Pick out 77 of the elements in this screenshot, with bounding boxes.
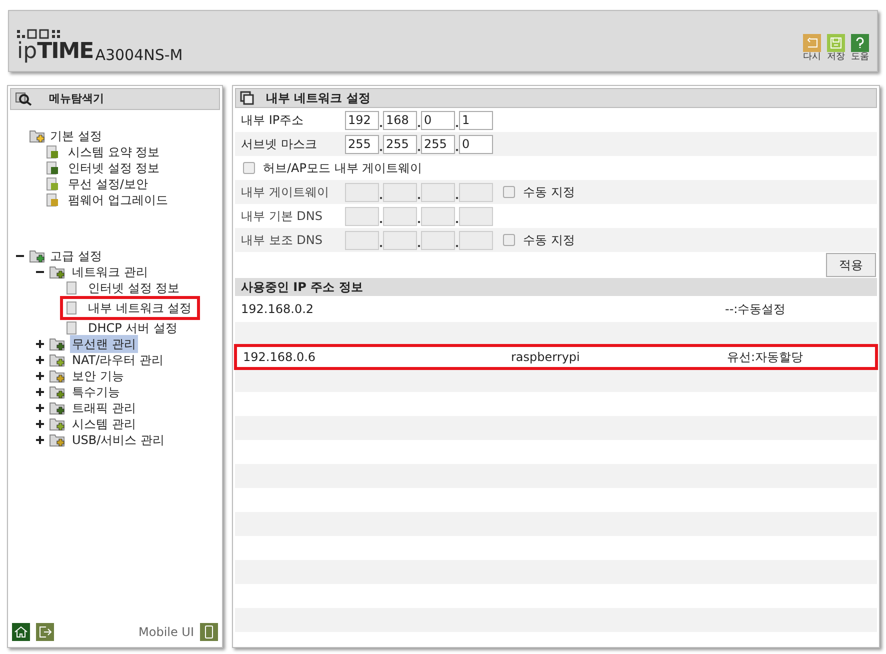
tree-item[interactable]: USB/서비스 관리 xyxy=(70,431,166,449)
panel-title: 메뉴탐색기 xyxy=(49,90,104,107)
field-label: 내부 보조 DNS xyxy=(241,232,324,249)
tree-item[interactable]: 인터넷 설정 정보 xyxy=(86,279,182,297)
checkbox-label: 수동 지정 xyxy=(523,184,575,201)
home-icon[interactable] xyxy=(12,623,30,641)
octet-field[interactable]: 255 xyxy=(383,134,417,154)
help-icon xyxy=(854,36,866,49)
field-label: 내부 IP주소 xyxy=(241,112,305,129)
octet-field[interactable]: 255 xyxy=(421,134,455,154)
tree-item[interactable]: 내부 네트워크 설정 xyxy=(86,299,194,317)
logo: ipTIME xyxy=(17,41,94,63)
expand-icon[interactable] xyxy=(36,420,44,428)
expand-icon[interactable] xyxy=(36,372,44,380)
octet-field[interactable]: 1 xyxy=(459,110,493,130)
octet-field[interactable]: 0 xyxy=(459,134,493,154)
logout-icon[interactable] xyxy=(36,623,54,641)
tree-item[interactable]: 펌웨어 업그레이드 xyxy=(66,191,170,209)
tree-item[interactable]: 트래픽 관리 xyxy=(70,399,138,417)
page-icon xyxy=(46,177,60,191)
phone-icon[interactable] xyxy=(200,623,218,641)
expand-icon[interactable] xyxy=(36,356,44,364)
tree-item[interactable]: 고급 설정 xyxy=(50,247,102,265)
page-icon xyxy=(46,161,60,175)
octet-field[interactable]: 168 xyxy=(383,110,417,130)
save-icon xyxy=(830,36,842,49)
tree-item[interactable]: 보안 기능 xyxy=(70,367,126,385)
apply-button[interactable]: 적용 xyxy=(826,253,876,277)
page-icon xyxy=(46,145,60,159)
folder-icon xyxy=(49,417,67,431)
expand-icon[interactable] xyxy=(36,404,44,412)
expand-icon[interactable] xyxy=(36,436,44,444)
tree-item[interactable]: 무선랜 관리 xyxy=(70,335,138,353)
tree-item[interactable]: 시스템 요약 정보 xyxy=(66,143,162,161)
table-cell-text: --:수동설정 xyxy=(725,301,786,318)
mobile-ui-link[interactable]: Mobile UI xyxy=(138,623,194,641)
tree-item[interactable]: 네트워크 관리 xyxy=(70,263,150,281)
panel-title: 내부 네트워크 설정 xyxy=(266,90,370,107)
tree-item[interactable]: NAT/라우터 관리 xyxy=(70,351,166,369)
page-icon xyxy=(46,193,60,207)
folder-icon xyxy=(49,337,67,351)
octet-field[interactable]: 192 xyxy=(345,110,379,130)
folder-icon xyxy=(49,369,67,383)
folder-icon xyxy=(49,265,67,279)
folder-icon xyxy=(29,249,47,263)
field-label: 내부 기본 DNS xyxy=(241,208,324,225)
octet-field[interactable]: 255 xyxy=(345,134,379,154)
folder-icon xyxy=(49,385,67,399)
tree-item[interactable]: DHCP 서버 설정 xyxy=(86,319,180,337)
field-label: 내부 게이트웨이 xyxy=(241,184,330,201)
tree-item[interactable]: 시스템 관리 xyxy=(70,415,138,433)
collapse-icon[interactable] xyxy=(36,268,44,276)
search-icon xyxy=(15,92,33,106)
tree-item[interactable]: 기본 설정 xyxy=(50,127,102,145)
expand-icon[interactable] xyxy=(36,388,44,396)
collapse-icon[interactable] xyxy=(16,252,24,260)
table-cell: raspberrypi xyxy=(511,350,580,364)
checkbox[interactable] xyxy=(243,162,255,174)
table-cell-text: 유선:자동할당 xyxy=(727,349,804,366)
folder-icon xyxy=(49,353,67,367)
table-cell-text: 192.168.0.2 xyxy=(241,301,315,318)
field-label: 허브/AP모드 내부 게이트웨이 xyxy=(263,160,422,177)
undo-icon xyxy=(806,36,818,49)
model-name: A3004NS-M xyxy=(95,48,183,63)
tree-item[interactable]: 무선 설정/보안 xyxy=(66,175,150,193)
octet-field[interactable]: 0 xyxy=(421,110,455,130)
field-label: 서브넷 마스크 xyxy=(241,136,318,153)
window-icon xyxy=(240,91,254,105)
section-header: 사용중인 IP 주소 정보 xyxy=(235,278,877,296)
checkbox-label: 수동 지정 xyxy=(523,232,575,249)
tree-item[interactable]: 특수기능 xyxy=(70,383,122,401)
table-cell-text: 192.168.0.6 xyxy=(243,349,317,366)
folder-icon xyxy=(49,401,67,415)
expand-icon[interactable] xyxy=(36,340,44,348)
tree-item[interactable]: 인터넷 설정 정보 xyxy=(66,159,162,177)
folder-icon xyxy=(49,433,67,447)
folder-icon xyxy=(29,129,47,143)
